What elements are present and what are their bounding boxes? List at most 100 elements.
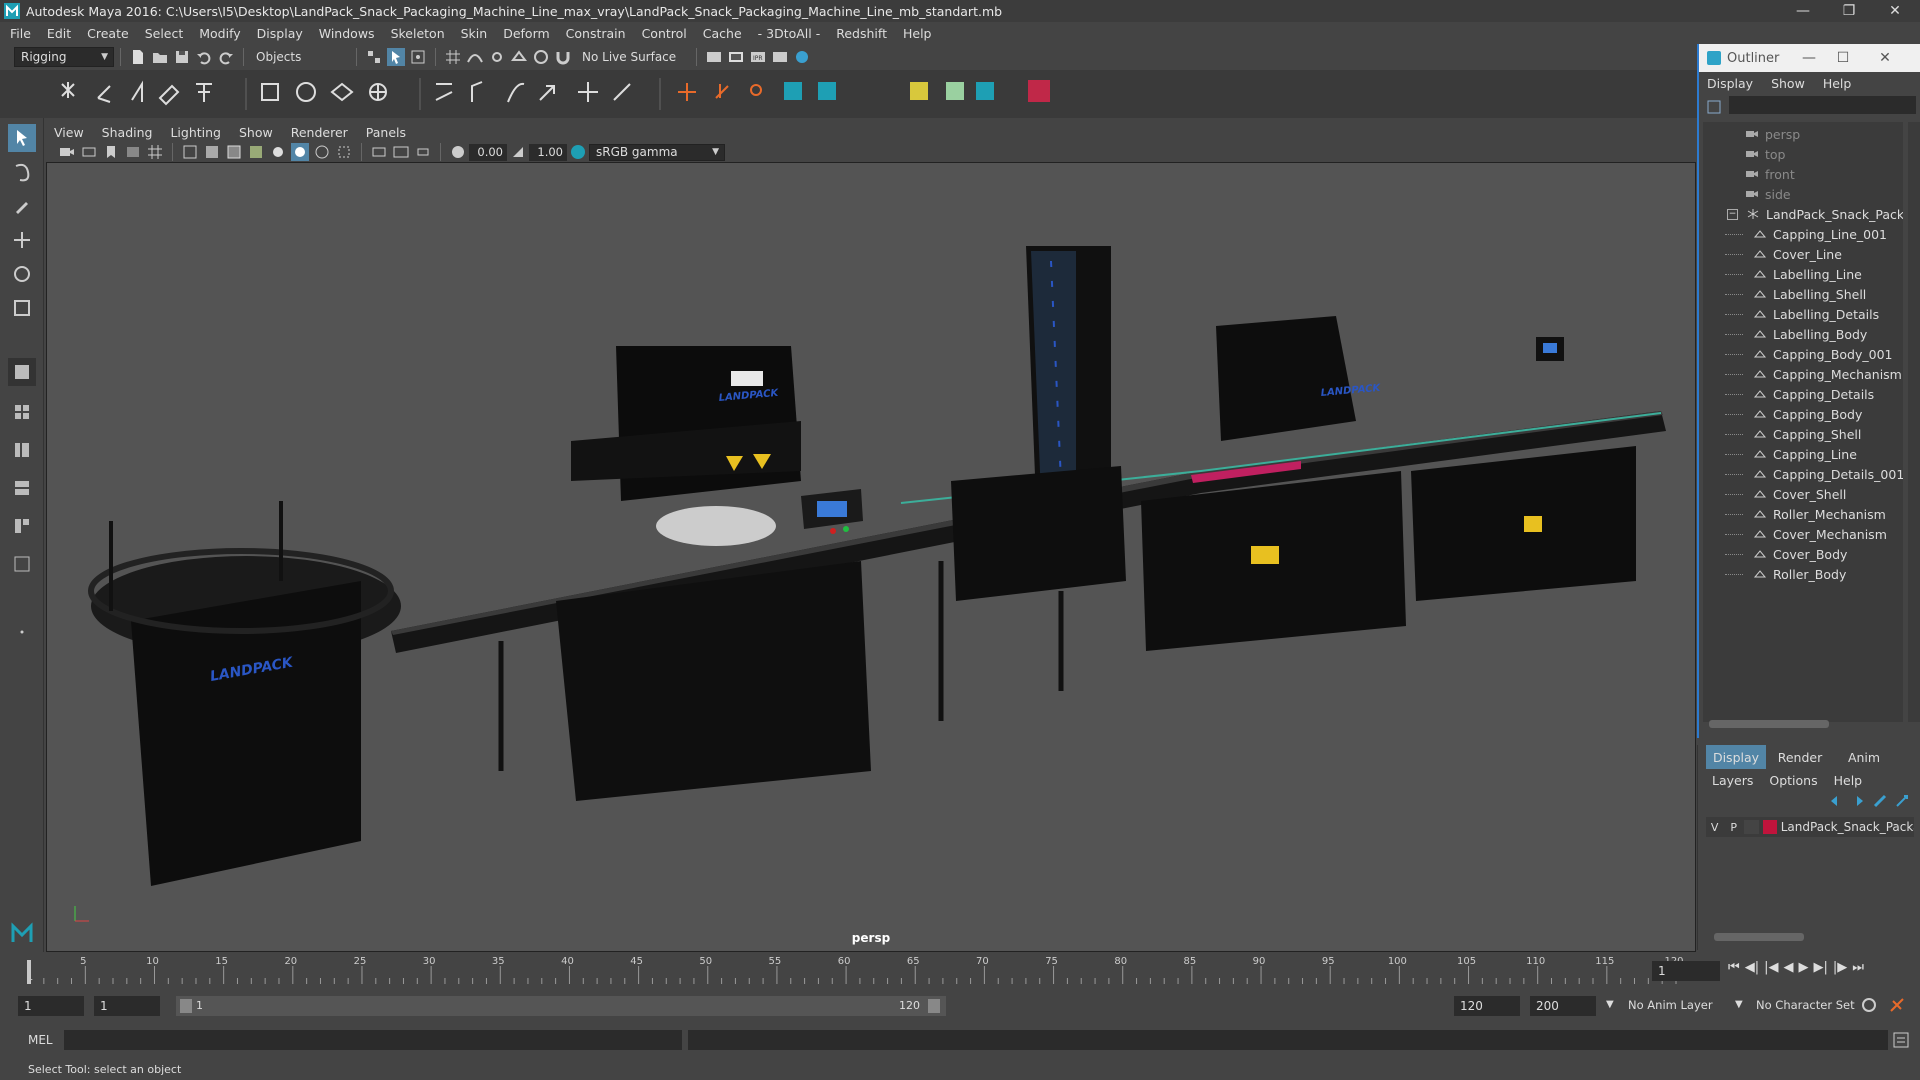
sculpt-icon[interactable]	[1028, 80, 1050, 102]
menu-windows[interactable]: Windows	[319, 26, 375, 41]
scale-constraint-icon[interactable]	[539, 85, 555, 101]
mel-label[interactable]: MEL	[28, 1033, 53, 1047]
snap-view-plane-icon[interactable]	[510, 48, 528, 66]
smooth-shade-icon[interactable]	[203, 143, 221, 161]
select-component-icon[interactable]	[409, 48, 427, 66]
wire-icon[interactable]	[369, 83, 387, 101]
panel-menu-shading[interactable]: Shading	[102, 125, 153, 140]
outliner-item-capping-line-001[interactable]: Capping_Line_001	[1725, 224, 1887, 244]
color-management-icon[interactable]	[569, 143, 587, 161]
outliner-group-item[interactable]: − LandPack_Snack_Packaging_	[1727, 204, 1903, 224]
restore-icon[interactable]: ❐	[1826, 0, 1872, 22]
outliner-item-labelling-details[interactable]: Labelling_Details	[1725, 304, 1879, 324]
layout-outliner-icon[interactable]	[8, 436, 36, 464]
ipr-render-icon[interactable]: IPR	[749, 48, 767, 66]
layer-name[interactable]: LandPack_Snack_Packa	[1781, 820, 1914, 834]
range-end-handle[interactable]	[928, 999, 940, 1013]
hik-icon[interactable]	[750, 84, 762, 96]
menu-select[interactable]: Select	[145, 26, 184, 41]
viewport-persp[interactable]: LANDPACK LANDPACK LANDPACK persp	[46, 162, 1696, 952]
menu-modify[interactable]: Modify	[199, 26, 240, 41]
snap-curve-icon[interactable]	[466, 48, 484, 66]
skin-paint-icon[interactable]	[910, 82, 928, 100]
camera-select-icon[interactable]	[58, 143, 76, 161]
outliner-search-input[interactable]	[1729, 96, 1916, 114]
outliner-tree[interactable]: persp top front side − LandPack_Snack_Packagi…	[1703, 122, 1903, 722]
save-scene-icon[interactable]	[173, 48, 191, 66]
undo-icon[interactable]	[195, 48, 213, 66]
layer-menu-options[interactable]: Options	[1769, 773, 1817, 788]
pole-vector-icon[interactable]	[613, 83, 631, 101]
layer-visibility-toggle[interactable]: V	[1706, 821, 1723, 834]
new-layer-icon[interactable]	[1872, 793, 1888, 809]
shadows-icon[interactable]	[291, 143, 309, 161]
layer-hscroll[interactable]	[1714, 933, 1804, 941]
go-to-start-icon[interactable]: ⏮	[1728, 960, 1740, 975]
xray-icon[interactable]	[313, 143, 331, 161]
isolate-select-icon[interactable]	[335, 143, 353, 161]
aim-constraint-icon[interactable]	[578, 82, 598, 102]
menu-help[interactable]: Help	[903, 26, 932, 41]
gamma-icon[interactable]	[509, 143, 527, 161]
menu-create[interactable]: Create	[87, 26, 129, 41]
maya-a-icon[interactable]	[784, 82, 802, 100]
go-to-end-icon[interactable]: ⏭	[1852, 960, 1864, 975]
redo-icon[interactable]	[217, 48, 235, 66]
wireframe-icon[interactable]	[181, 143, 199, 161]
layout-four-icon[interactable]	[8, 398, 36, 426]
select-object-icon[interactable]	[387, 48, 405, 66]
outliner-item-roller-body[interactable]: Roller_Body	[1725, 564, 1846, 584]
layout-hypershade-icon[interactable]	[8, 512, 36, 540]
wrap-icon[interactable]	[330, 82, 354, 102]
maya-c-icon[interactable]	[976, 82, 994, 100]
move-tool-icon[interactable]	[8, 226, 36, 254]
auto-key-icon[interactable]	[1860, 996, 1878, 1014]
new-layer-selected-icon[interactable]	[1894, 793, 1910, 809]
outliner-item-cover-mechanism[interactable]: Cover_Mechanism	[1725, 524, 1887, 544]
range-bar[interactable]: 1 120	[176, 996, 946, 1016]
outliner-menu-help[interactable]: Help	[1823, 76, 1852, 91]
char-set-arrow-icon[interactable]: ▼	[1735, 999, 1743, 1010]
menu-display[interactable]: Display	[257, 26, 303, 41]
resolution-gate-icon[interactable]	[370, 143, 388, 161]
snap-live-icon[interactable]	[532, 48, 550, 66]
menu-redshift[interactable]: Redshift	[836, 26, 887, 41]
skin-tool-icon[interactable]	[946, 82, 964, 100]
maya-home-icon[interactable]	[8, 918, 36, 946]
step-back-frame-icon[interactable]: |◀	[1764, 960, 1778, 975]
menu-skeleton[interactable]: Skeleton	[391, 26, 445, 41]
camera-attributes-icon[interactable]	[80, 143, 98, 161]
outliner-item-cover-shell[interactable]: Cover_Shell	[1725, 484, 1846, 504]
outliner-item-cover-body[interactable]: Cover_Body	[1725, 544, 1847, 564]
outliner-maximize-icon[interactable]: ☐	[1827, 44, 1859, 72]
playback-start-field[interactable]: 1	[94, 996, 160, 1016]
outliner-item-capping-mechanism[interactable]: Capping_Mechanism	[1725, 364, 1902, 384]
lattice-icon[interactable]	[296, 82, 316, 102]
layer-type-toggle[interactable]	[1744, 820, 1760, 834]
tab-display[interactable]: Display	[1706, 745, 1766, 769]
script-editor-icon[interactable]	[1892, 1031, 1910, 1049]
outliner-camera-front[interactable]: front	[1745, 164, 1795, 184]
textured-icon[interactable]	[247, 143, 265, 161]
paint-select-icon[interactable]	[8, 192, 36, 220]
current-frame-field[interactable]: 1	[1652, 961, 1720, 981]
outliner-vscroll[interactable]	[1908, 122, 1920, 722]
orient-constraint-icon[interactable]	[507, 82, 525, 103]
open-scene-icon[interactable]	[151, 48, 169, 66]
animation-prefs-icon[interactable]	[1888, 996, 1906, 1014]
more-layouts-icon[interactable]	[8, 618, 36, 646]
layer-row[interactable]: V P LandPack_Snack_Packa	[1706, 817, 1914, 837]
layout-graph-icon[interactable]	[8, 474, 36, 502]
locator-icon[interactable]	[678, 83, 696, 101]
command-input[interactable]	[64, 1030, 682, 1050]
outliner-item-labelling-body[interactable]: Labelling_Body	[1725, 324, 1867, 344]
outliner-menu-display[interactable]: Display	[1707, 76, 1753, 91]
outliner-camera-top[interactable]: top	[1745, 144, 1785, 164]
close-icon[interactable]: ✕	[1872, 0, 1918, 22]
menu-constrain[interactable]: Constrain	[566, 26, 626, 41]
minimize-icon[interactable]: —	[1780, 0, 1826, 22]
menu-skin[interactable]: Skin	[461, 26, 488, 41]
tab-anim[interactable]: Anim	[1834, 745, 1894, 769]
outliner-item-capping-body-001[interactable]: Capping_Body_001	[1725, 344, 1893, 364]
quick-rig-icon[interactable]	[715, 84, 729, 99]
